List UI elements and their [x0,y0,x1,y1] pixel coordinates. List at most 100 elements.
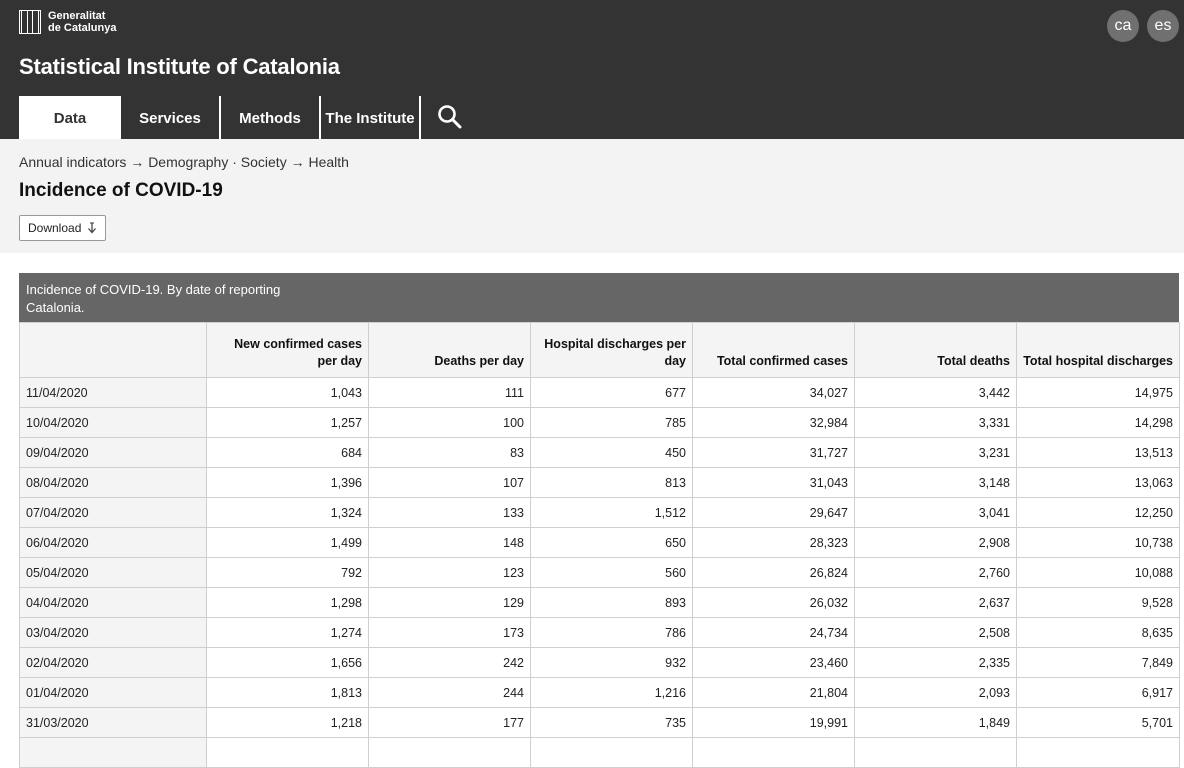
column-header: Hospital discharges per day [530,322,693,378]
download-button[interactable]: Download [19,215,107,241]
row-date-cell: 01/04/2020 [19,677,207,708]
table-cell: 13,063 [1016,467,1180,498]
table-cell: 650 [530,527,693,558]
column-header: Total confirmed cases [692,322,855,378]
table-row: 01/04/2020 1,813 244 1,216 21,804 2,093 6,917 [19,677,1180,708]
table-cell: 28,323 [692,527,855,558]
download-arrow-icon [88,222,97,234]
breadcrumb-separator: → [130,154,145,170]
table-cell: 2,760 [854,557,1017,588]
data-table-container: Incidence of COVID-19. By date of report… [19,273,1180,768]
table-cell: 2,637 [854,587,1017,618]
table-cell: 9,528 [1016,587,1180,618]
table-cell: 244 [368,677,531,708]
table-cell: 100 [368,407,531,438]
table-cell: 1,396 [206,467,369,498]
table-cell: 14,975 [1016,377,1180,408]
table-cell: 560 [530,557,693,588]
table-cell: 31,727 [692,437,855,468]
table-cell: 5,701 [1016,707,1180,738]
table-cell: 1,656 [206,647,369,678]
search-button[interactable] [421,96,479,139]
table-cell: 29,647 [692,497,855,528]
table-cell: 1,274 [206,617,369,648]
logo-line-2: de Catalunya [48,22,117,34]
download-label: Download [28,220,82,235]
column-header: Total deaths [854,322,1017,378]
table-cell: 83 [368,437,531,468]
column-header: Total hospital discharges [1016,322,1180,378]
table-row [19,737,1180,768]
table-cell: 8,635 [1016,617,1180,648]
table-cell: 1,043 [206,377,369,408]
breadcrumb-health[interactable]: Health [308,154,348,170]
row-date-cell: 03/04/2020 [19,617,207,648]
generalitat-emblem-icon [19,10,41,34]
language-ca-button[interactable]: ca [1107,10,1139,42]
table-cell: 34,027 [692,377,855,408]
generalitat-logo[interactable]: Generalitat de Catalunya [19,10,116,34]
table-cell [368,737,531,768]
main-nav: Data Services Methods The Institute [19,96,479,139]
row-date-cell: 04/04/2020 [19,587,207,618]
row-date-cell: 08/04/2020 [19,467,207,498]
row-date-cell: 06/04/2020 [19,527,207,558]
table-cell: 813 [530,467,693,498]
table-cell: 735 [530,707,693,738]
table-cell: 3,442 [854,377,1017,408]
table-cell: 32,984 [692,407,855,438]
table-cell: 3,231 [854,437,1017,468]
row-date-cell: 05/04/2020 [19,557,207,588]
table-cell: 893 [530,587,693,618]
table-cell: 1,813 [206,677,369,708]
nav-tab-services[interactable]: Services [121,96,221,139]
table-cell: 148 [368,527,531,558]
table-cell [854,737,1017,768]
table-cell: 2,908 [854,527,1017,558]
table-cell [1016,737,1180,768]
table-cell: 3,148 [854,467,1017,498]
nav-tab-the-institute[interactable]: The Institute [321,96,421,139]
table-cell: 26,032 [692,587,855,618]
table-row: 08/04/2020 1,396 107 813 31,043 3,148 13,063 [19,467,1180,498]
breadcrumb-demography-society[interactable]: Demography · Society [148,154,287,170]
table-cell: 14,298 [1016,407,1180,438]
table-cell: 26,824 [692,557,855,588]
breadcrumb-annual-indicators[interactable]: Annual indicators [19,154,126,170]
table-caption-title: Incidence of COVID-19. By date of report… [26,282,281,297]
table-cell: 24,734 [692,617,855,648]
table-row: 06/04/2020 1,499 148 650 28,323 2,908 10,738 [19,527,1180,558]
table-cell: 2,093 [854,677,1017,708]
table-cell [530,737,693,768]
table-cell: 177 [368,707,531,738]
table-cell: 1,499 [206,527,369,558]
nav-tab-data[interactable]: Data [19,96,121,139]
table-cell: 1,512 [530,497,693,528]
table-cell: 1,298 [206,587,369,618]
row-date-cell: 11/04/2020 [19,377,207,408]
row-date-cell: 02/04/2020 [19,647,207,678]
table-cell: 786 [530,617,693,648]
breadcrumb-separator: → [290,154,305,170]
table-row: 09/04/2020 684 83 450 31,727 3,231 13,513 [19,437,1180,468]
page-title: Incidence of COVID-19 [19,180,223,201]
row-date-cell: 10/04/2020 [19,407,207,438]
table-cell: 31,043 [692,467,855,498]
table-cell: 3,041 [854,497,1017,528]
nav-tab-methods[interactable]: Methods [221,96,321,139]
table-row: 10/04/2020 1,257 100 785 32,984 3,331 14,298 [19,407,1180,438]
table-row: 05/04/2020 792 123 560 26,824 2,760 10,088 [19,557,1180,588]
site-title[interactable]: Statistical Institute of Catalonia [19,54,340,80]
row-date-cell: 09/04/2020 [19,437,207,468]
table-corner-cell [19,322,207,378]
column-header: New confirmed cases per day [206,322,369,378]
table-cell: 1,257 [206,407,369,438]
table-cell: 19,991 [692,707,855,738]
table-cell: 785 [530,407,693,438]
table-cell: 1,324 [206,497,369,528]
language-es-button[interactable]: es [1147,10,1179,42]
table-cell: 2,508 [854,617,1017,648]
table-cell: 23,460 [692,647,855,678]
table-cell: 10,738 [1016,527,1180,558]
column-header: Deaths per day [368,322,531,378]
